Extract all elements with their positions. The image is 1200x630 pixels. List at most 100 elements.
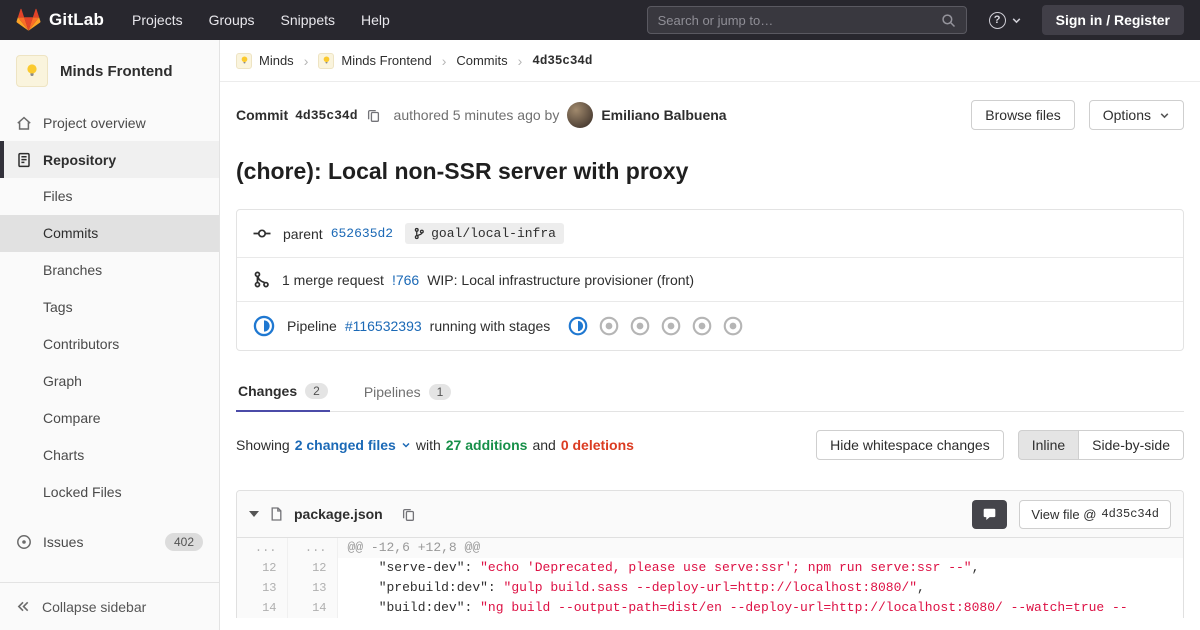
authored-text: authored 5 minutes ago by [393, 107, 560, 123]
issues-icon [16, 534, 32, 550]
tab-changes[interactable]: Changes 2 [236, 373, 330, 412]
inline-view-button[interactable]: Inline [1017, 430, 1080, 460]
home-icon [16, 115, 32, 131]
chevron-down-icon [401, 440, 411, 450]
gitlab-home-link[interactable]: GitLab [16, 8, 104, 32]
help-icon: ? [988, 11, 1006, 29]
nav-projects[interactable]: Projects [132, 12, 183, 28]
issues-count-badge: 402 [164, 532, 203, 551]
author-avatar[interactable] [567, 102, 594, 128]
navbar-right: ? Sign in / Register [646, 5, 1184, 35]
breadcrumb-project[interactable]: Minds Frontend [318, 52, 432, 69]
toggle-comments-button[interactable] [972, 499, 1008, 529]
sidebar-item-label: Repository [43, 151, 117, 168]
project-context[interactable]: Minds Frontend [0, 40, 219, 98]
changed-files-dropdown[interactable]: 2 changed files [295, 437, 411, 453]
stage-created-icon[interactable] [630, 316, 650, 336]
branch-name: goal/local-infra [431, 226, 556, 241]
sidebar-item-branches[interactable]: Branches [0, 252, 219, 289]
new-line-number: ... [287, 538, 338, 558]
sidebar-item-compare[interactable]: Compare [0, 400, 219, 437]
pipeline-id-link[interactable]: #116532393 [345, 318, 422, 334]
copy-sha-button[interactable] [363, 105, 384, 126]
help-menu[interactable]: ? [988, 11, 1022, 29]
with-text: with [415, 437, 441, 453]
hunk-header: @@ -12,6 +12,8 @@ [337, 538, 1183, 558]
sidebar-item-label: Project overview [43, 114, 146, 131]
merge-request-row: 1 merge request !766 WIP: Local infrastr… [237, 257, 1183, 301]
sidebar-item-project-overview[interactable]: Project overview [0, 104, 219, 141]
options-button[interactable]: Options [1088, 100, 1184, 130]
tab-pipelines-label: Pipelines [363, 383, 421, 400]
stage-created-icon[interactable] [692, 316, 712, 336]
sidebar-item-repository[interactable]: Repository [0, 141, 219, 178]
view-file-sha: 4d35c34d [1101, 507, 1159, 521]
changed-files-label: 2 changed files [294, 437, 396, 453]
copy-icon [366, 108, 381, 123]
stage-created-icon[interactable] [599, 316, 619, 336]
pipeline-running-icon[interactable] [253, 315, 275, 337]
browse-files-button[interactable]: Browse files [971, 100, 1075, 130]
new-line-number[interactable]: 12 [287, 558, 338, 578]
copy-file-path-button[interactable] [398, 504, 419, 525]
breadcrumb-group[interactable]: Minds [236, 52, 294, 69]
diff-file-actions: View file @ 4d35c34d [972, 499, 1171, 529]
stage-running-icon[interactable] [568, 316, 588, 336]
parent-sha-link[interactable]: 652635d2 [331, 226, 393, 241]
group-avatar-icon [236, 52, 252, 69]
author-name[interactable]: Emiliano Balbuena [601, 107, 726, 123]
branch-ref-chip[interactable]: goal/local-infra [405, 223, 564, 244]
collapse-file-icon[interactable] [249, 511, 259, 517]
file-icon [269, 506, 284, 522]
new-line-number[interactable]: 13 [287, 578, 338, 598]
collapse-icon [16, 599, 31, 614]
sidebar-item-files[interactable]: Files [0, 178, 219, 215]
nav-snippets[interactable]: Snippets [281, 12, 335, 28]
stage-created-icon[interactable] [661, 316, 681, 336]
mr-ref-link[interactable]: !766 [392, 272, 419, 288]
view-file-button[interactable]: View file @ 4d35c34d [1019, 499, 1171, 529]
side-by-side-view-button[interactable]: Side-by-side [1078, 430, 1184, 460]
chevron-down-icon [1159, 110, 1170, 121]
diff-file-name[interactable]: package.json [294, 506, 383, 522]
search-input[interactable] [657, 12, 933, 28]
nav-help[interactable]: Help [361, 12, 390, 28]
mr-title: WIP: Local infrastructure provisioner (f… [427, 271, 695, 288]
sidebar-item-issues[interactable]: Issues 402 [0, 523, 219, 560]
sidebar-item-locked-files[interactable]: Locked Files [0, 474, 219, 511]
old-line-number[interactable]: 14 [237, 598, 288, 618]
commit-title: (chore): Local non-SSR server with proxy [236, 158, 689, 184]
stage-created-icon[interactable] [723, 316, 743, 336]
sidebar-item-commits[interactable]: Commits [0, 215, 219, 252]
navbar-menu: Projects Groups Snippets Help [132, 12, 390, 28]
old-line-number[interactable]: 12 [237, 558, 288, 578]
sidebar-item-graph[interactable]: Graph [0, 363, 219, 400]
chevron-down-icon [1011, 15, 1022, 26]
new-line-number[interactable]: 14 [287, 598, 338, 618]
sidebar-item-contributors[interactable]: Contributors [0, 326, 219, 363]
breadcrumb-current-sha: 4d35c34d [532, 53, 593, 68]
tab-pipelines[interactable]: Pipelines 1 [362, 373, 454, 411]
pipeline-label: Pipeline [287, 318, 337, 334]
sidebar-item-tags[interactable]: Tags [0, 289, 219, 326]
sidebar-item-charts[interactable]: Charts [0, 437, 219, 474]
old-line-number[interactable]: 13 [237, 578, 288, 598]
brand-name: GitLab [49, 10, 105, 29]
commit-icon [253, 227, 271, 240]
project-avatar-icon [318, 52, 335, 69]
breadcrumb-commits[interactable]: Commits [456, 53, 507, 68]
commit-label: Commit [236, 107, 289, 123]
collapse-label: Collapse sidebar [42, 598, 147, 615]
sign-in-button[interactable]: Sign in / Register [1041, 5, 1184, 35]
search-box[interactable] [646, 6, 967, 34]
sidebar-nav: Project overview Repository Files Commit… [0, 98, 219, 582]
sidebar-item-label: Issues [43, 533, 84, 550]
breadcrumb-separator: › [441, 52, 447, 69]
collapse-sidebar-button[interactable]: Collapse sidebar [0, 582, 219, 630]
pipeline-row: Pipeline #116532393 running with stages [237, 301, 1183, 350]
branch-icon [413, 227, 425, 240]
nav-groups[interactable]: Groups [209, 12, 255, 28]
merge-request-icon [253, 271, 270, 288]
hide-whitespace-button[interactable]: Hide whitespace changes [816, 430, 1004, 460]
commit-tabs: Changes 2 Pipelines 1 [236, 373, 1184, 412]
